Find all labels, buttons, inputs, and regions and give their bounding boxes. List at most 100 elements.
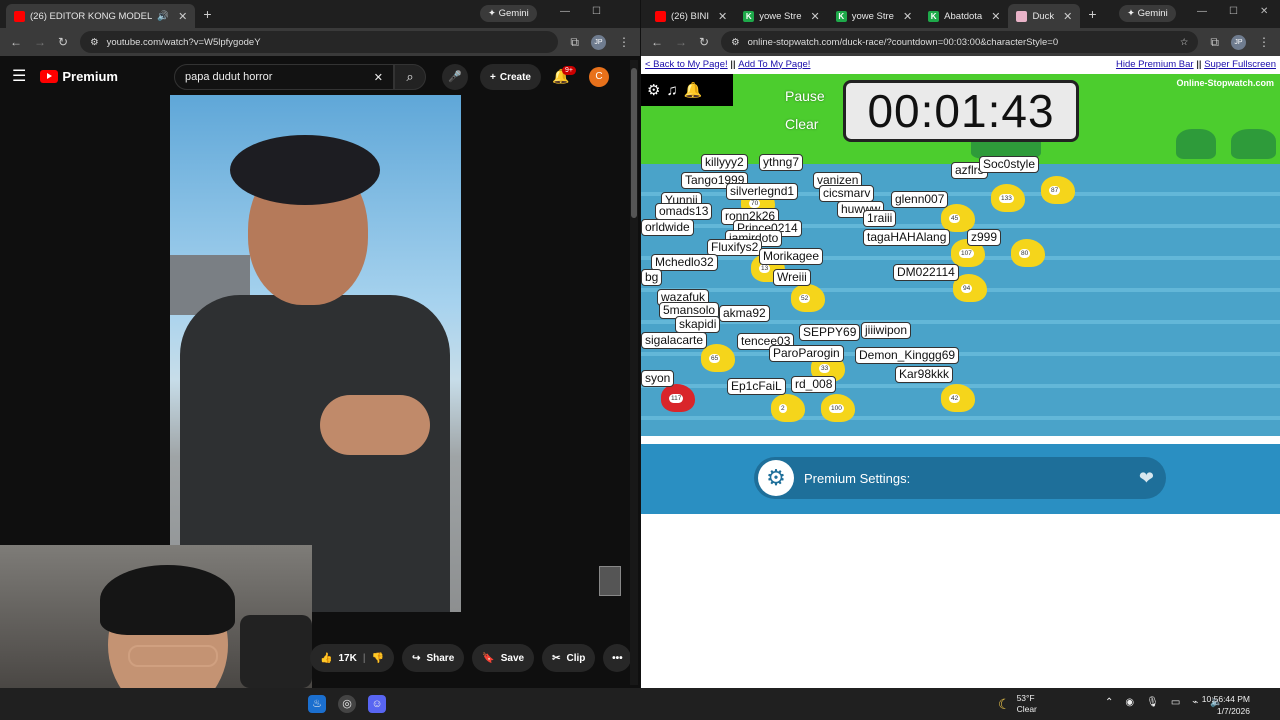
tab-item[interactable]: (26) BINI ✕ [647, 4, 735, 28]
account-avatar[interactable]: C [589, 67, 609, 87]
close-tab-icon[interactable]: ✕ [718, 10, 727, 23]
duck-number: 52 [799, 294, 811, 303]
racer-name-label: Soc0style [979, 156, 1040, 173]
clear-button[interactable]: Clear [785, 116, 818, 132]
close-tab-icon[interactable]: ✕ [178, 10, 187, 23]
site-info-icon[interactable]: ⚙ [90, 37, 99, 48]
tab-title: (26) BINI [671, 10, 710, 22]
reload-icon[interactable]: ↻ [58, 35, 68, 49]
forward-icon[interactable]: → [34, 35, 46, 49]
tab-item[interactable]: Duck ✕ [1008, 4, 1081, 28]
site-info-icon[interactable]: ⚙ [731, 37, 740, 48]
create-button[interactable]: + Create [480, 64, 541, 90]
edge-icon[interactable]: ◉ [1125, 697, 1134, 708]
racer-name-label: Kar98kkk [895, 366, 954, 383]
taskbar-clock[interactable]: 10:56:44 PM 1/7/2026 [1202, 693, 1250, 717]
racer-name-label: cicsmarv [819, 185, 875, 202]
menu-icon[interactable]: ⋮ [1258, 35, 1270, 49]
tab-youtube[interactable]: (26) EDITOR KONG MODEL 🔊 ✕ [6, 4, 196, 28]
scrollbar-thumb[interactable] [631, 68, 637, 218]
youtube-logo[interactable]: Premium [40, 69, 118, 84]
premium-settings-toggle[interactable]: ⚙ Premium Settings: ❤ [754, 457, 1166, 499]
back-icon[interactable]: ← [651, 35, 663, 49]
extensions-icon[interactable]: ⧉ [1210, 35, 1219, 50]
close-window-icon[interactable]: ✕ [1260, 6, 1268, 17]
back-to-my-page-link[interactable]: < Back to My Page! [645, 59, 728, 70]
weather-widget[interactable]: ☾ 53°F Clear [998, 693, 1037, 715]
window-controls: — ☐ [560, 6, 601, 17]
settings-gear-icon[interactable]: ⚙ [647, 81, 660, 99]
duck: 117 [661, 384, 695, 412]
race-border [641, 436, 1280, 444]
racer-name-label: skapidi [675, 316, 721, 333]
microphone-icon[interactable]: 🎙 [1146, 697, 1159, 708]
search-input[interactable]: papa dudut horror ✕ [174, 64, 394, 90]
maximize-icon[interactable]: ☐ [592, 6, 601, 17]
like-button[interactable]: 👍 17K | 👎 [310, 644, 395, 672]
close-tab-icon[interactable]: ✕ [1063, 10, 1072, 23]
extensions-icon[interactable]: ⧉ [570, 35, 579, 50]
expand-heart-icon[interactable]: ❤ [1139, 468, 1154, 489]
tab-item[interactable]: K Abatdota ✕ [920, 4, 1008, 28]
display-icon[interactable]: ▭ [1171, 697, 1180, 708]
reload-icon[interactable]: ↻ [699, 35, 709, 49]
more-actions-button[interactable]: ••• [603, 644, 632, 672]
thumbs-down-icon[interactable]: 👎 [372, 653, 384, 664]
racer-name-label: akma92 [719, 305, 770, 322]
new-tab-button[interactable]: + [1080, 6, 1104, 22]
speaker-icon[interactable]: 🔊 [157, 11, 169, 22]
close-tab-icon[interactable]: ✕ [903, 10, 912, 23]
gemini-button[interactable]: ✦ Gemini [480, 5, 537, 22]
address-bar[interactable]: ⚙ online-stopwatch.com/duck-race/?countd… [721, 31, 1199, 53]
new-tab-button[interactable]: + [195, 6, 219, 22]
sound-bell-icon[interactable]: 🔔 [684, 81, 703, 99]
racer-name-label: Mchedlo32 [651, 254, 718, 271]
chevron-up-icon[interactable]: ⌃ [1105, 697, 1113, 708]
save-button[interactable]: 🔖 Save [472, 644, 535, 672]
channel-thumbnail[interactable] [599, 566, 621, 596]
menu-icon[interactable]: ⋮ [618, 35, 630, 49]
super-fullscreen-link[interactable]: Super Fullscreen [1204, 59, 1276, 70]
add-to-my-page-link[interactable]: Add To My Page! [738, 59, 810, 70]
kick-icon: K [835, 10, 847, 22]
close-tab-icon[interactable]: ✕ [991, 10, 1000, 23]
chrome-icon[interactable]: ◎ [338, 695, 356, 713]
profile-avatar[interactable]: JP [1231, 34, 1246, 50]
minimize-icon[interactable]: — [1197, 6, 1207, 17]
minimize-icon[interactable]: — [560, 6, 570, 17]
music-icon[interactable]: ♫ [666, 82, 677, 99]
hide-premium-bar-link[interactable]: Hide Premium Bar [1116, 59, 1194, 70]
duck: 87 [1041, 176, 1075, 204]
maximize-icon[interactable]: ☐ [1229, 6, 1238, 17]
forward-icon[interactable]: → [675, 35, 687, 49]
tab-item[interactable]: Kyowe Stre ✕ [828, 4, 920, 28]
video-actions: 👍 17K | 👎 ↪ Share 🔖 Save ✂ Clip ••• [310, 644, 632, 672]
url-text: youtube.com/watch?v=W5lpfygodeY [106, 36, 261, 48]
gemini-button[interactable]: ✦ Gemini [1119, 5, 1176, 22]
clip-button[interactable]: ✂ Clip [542, 644, 596, 672]
page-scrollbar[interactable] [630, 60, 638, 685]
back-icon[interactable]: ← [10, 35, 22, 49]
bush [1176, 129, 1216, 159]
bookmark-star-icon[interactable]: ☆ [1180, 37, 1189, 48]
profile-avatar[interactable]: JP [591, 34, 606, 50]
racer-name-label: rd_008 [791, 376, 837, 393]
video-player[interactable] [170, 95, 461, 612]
share-button[interactable]: ↪ Share [402, 644, 465, 672]
address-bar[interactable]: ⚙ youtube.com/watch?v=W5lpfygodeY [80, 31, 559, 53]
voice-search-icon[interactable]: 🎤 [442, 64, 468, 90]
close-tab-icon[interactable]: ✕ [810, 10, 819, 23]
hamburger-menu-icon[interactable]: ☰ [12, 66, 26, 86]
discord-icon[interactable]: ☺ [368, 695, 386, 713]
network-icon[interactable]: ⌁ [1192, 697, 1198, 708]
duck-race-canvas: ⚙ ♫ 🔔 Pause Clear 00:01:43 Online-Stopwa… [641, 74, 1280, 436]
pause-button[interactable]: Pause [785, 88, 825, 104]
tab-item[interactable]: Kyowe Stre ✕ [735, 4, 827, 28]
thumbs-up-icon: 👍 [320, 652, 333, 664]
youtube-play-icon [40, 69, 59, 83]
racer-name-label: orldwide [641, 219, 694, 236]
clear-search-icon[interactable]: ✕ [374, 71, 383, 84]
left-toolbar: ← → ↻ ⚙ youtube.com/watch?v=W5lpfygodeY … [0, 28, 640, 56]
steam-icon[interactable]: ♨ [308, 695, 326, 713]
search-button[interactable]: ⌕ [394, 64, 426, 90]
